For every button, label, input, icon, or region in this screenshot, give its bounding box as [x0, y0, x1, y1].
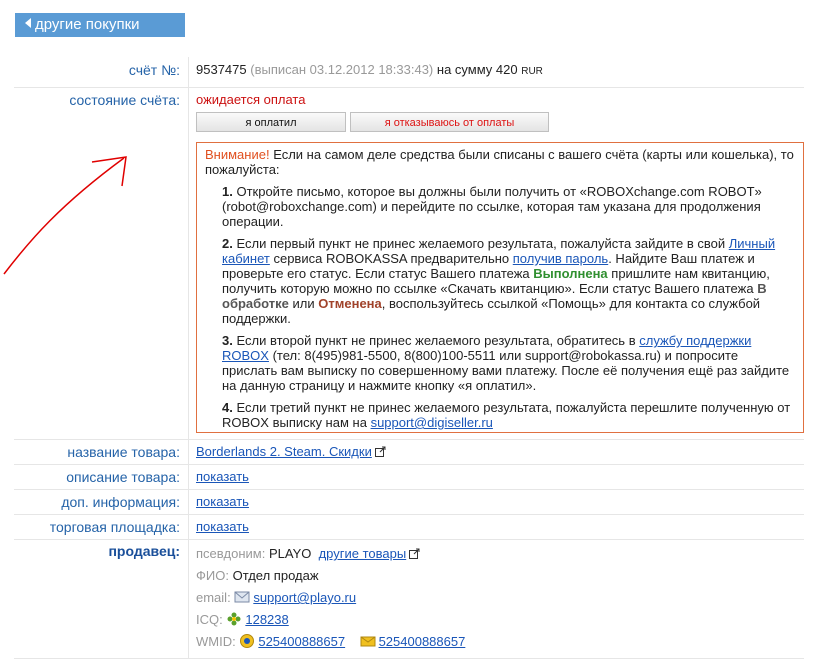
alias-label: псевдоним: — [196, 546, 266, 561]
seller-fio-line: ФИО: Отдел продаж — [196, 565, 804, 587]
back-arrow-icon — [25, 18, 31, 28]
seller-label-cell: продавец: — [14, 539, 189, 659]
step-number: 2. — [222, 236, 233, 251]
state-value: ожидается оплата я оплатил я отказываюсь … — [188, 87, 804, 440]
marketplace-row: торговая площадка: показать — [14, 514, 804, 540]
step-text: Если третий пункт не принес желаемого ре… — [222, 400, 791, 430]
seller-icq-link[interactable]: 128238 — [245, 612, 288, 627]
fio-label: ФИО: — [196, 568, 229, 583]
seller-wmid-line: WMID: 525400888657 525400888657 — [196, 631, 804, 653]
external-link-icon — [409, 548, 420, 559]
seller-email-link[interactable]: support@playo.ru — [253, 590, 356, 605]
wmid-label: WMID: — [196, 634, 236, 649]
invoice-issued-date: (выписан 03.12.2012 18:33:43) — [250, 62, 434, 77]
description-value: показать — [188, 464, 804, 490]
step-number: 4. — [222, 400, 233, 415]
marketplace-value: показать — [188, 514, 804, 540]
warning-title: Внимание! — [205, 147, 270, 162]
state-buttons: я оплатил я отказываюсь от оплаты — [196, 112, 804, 132]
show-extra-info-link[interactable]: показать — [196, 494, 249, 509]
warning-intro-text: Если на самом деле средства были списаны… — [205, 147, 794, 177]
warning-step-3: 3. Если второй пункт не принес желаемого… — [205, 333, 795, 393]
invoice-label: счёт №: — [14, 57, 189, 88]
get-password-link[interactable]: получив пароль — [513, 251, 608, 266]
invoice-number: 9537475 — [196, 62, 247, 77]
status-done: Выполнена — [533, 266, 608, 281]
seller-wmid-link-1[interactable]: 525400888657 — [258, 634, 345, 649]
seller-icq-line: ICQ: 128238 — [196, 609, 804, 631]
invoice-details-table: счёт №: 9537475 (выписан 03.12.2012 18:3… — [14, 57, 804, 659]
digiseller-support-email-link[interactable]: support@digiseller.ru — [371, 415, 493, 430]
email-label: email: — [196, 590, 231, 605]
warning-step-4: 4. Если третий пункт не принес желаемого… — [205, 400, 795, 430]
seller-wmid-link-2[interactable]: 525400888657 — [379, 634, 466, 649]
warning-intro: Внимание! Если на самом деле средства бы… — [205, 147, 795, 177]
step-text: сервиса ROBOKASSA предварительно — [273, 251, 510, 266]
external-link-icon — [374, 446, 386, 457]
seller-label: продавец: — [108, 543, 180, 559]
envelope-icon — [234, 591, 250, 603]
product-label: название товара: — [14, 439, 189, 465]
back-to-purchases-button[interactable]: другие покупки — [15, 13, 185, 37]
state-row: состояние счёта: ожидается оплата я опла… — [14, 87, 804, 440]
marketplace-label: торговая площадка: — [14, 514, 189, 540]
warning-box: Внимание! Если на самом деле средства бы… — [196, 142, 804, 433]
other-goods-link[interactable]: другие товары — [319, 546, 407, 561]
invoice-value: 9537475 (выписан 03.12.2012 18:33:43) на… — [188, 57, 804, 88]
seller-alias-line: псевдоним: PLAYO другие товары — [196, 543, 804, 565]
invoice-row: счёт №: 9537475 (выписан 03.12.2012 18:3… — [14, 57, 804, 88]
step-text: (тел: 8(495)981-5500, 8(800)100-5511 или… — [222, 348, 790, 393]
seller-email-line: email: support@playo.ru — [196, 587, 804, 609]
seller-fio: Отдел продаж — [232, 568, 319, 583]
step-number: 1. — [222, 184, 233, 199]
warning-step-2: 2. Если первый пункт не принес желаемого… — [205, 236, 795, 326]
product-row: название товара: Borderlands 2. Steam. С… — [14, 439, 804, 465]
seller-info: псевдоним: PLAYO другие товары ФИО: Отде… — [188, 539, 804, 659]
seller-row: продавец: псевдоним: PLAYO другие товары… — [14, 539, 804, 659]
invoice-currency: RUR — [521, 66, 543, 77]
extra-info-value: показать — [188, 489, 804, 515]
description-label: описание товара: — [14, 464, 189, 490]
refuse-payment-button[interactable]: я отказываюсь от оплаты — [350, 112, 549, 132]
product-value: Borderlands 2. Steam. Скидки — [188, 439, 804, 465]
extra-info-row: доп. информация: показать — [14, 489, 804, 515]
status-cancelled: Отменена — [318, 296, 382, 311]
step-text: Откройте письмо, которое вы должны были … — [222, 184, 762, 229]
invoice-amount: на сумму 420 — [436, 62, 518, 77]
product-name-link[interactable]: Borderlands 2. Steam. Скидки — [196, 444, 372, 459]
warning-step-1: 1. Откройте письмо, которое вы должны бы… — [205, 184, 795, 229]
show-description-link[interactable]: показать — [196, 469, 249, 484]
extra-info-label: доп. информация: — [14, 489, 189, 515]
step-text: Если второй пункт не принес желаемого ре… — [236, 333, 636, 348]
description-row: описание товара: показать — [14, 464, 804, 490]
icq-flower-icon — [227, 612, 241, 626]
show-marketplace-link[interactable]: показать — [196, 519, 249, 534]
back-button-label: другие покупки — [35, 16, 140, 33]
i-paid-button[interactable]: я оплатил — [196, 112, 346, 132]
step-text: Если первый пункт не принес желаемого ре… — [236, 236, 726, 251]
mail-icon — [360, 636, 376, 647]
state-label: состояние счёта: — [14, 87, 189, 440]
state-status: ожидается оплата — [196, 92, 306, 107]
seller-alias: PLAYO — [268, 546, 312, 561]
icq-label: ICQ: — [196, 612, 223, 627]
webmoney-icon — [240, 634, 255, 648]
step-text: или — [292, 296, 315, 311]
step-number: 3. — [222, 333, 233, 348]
